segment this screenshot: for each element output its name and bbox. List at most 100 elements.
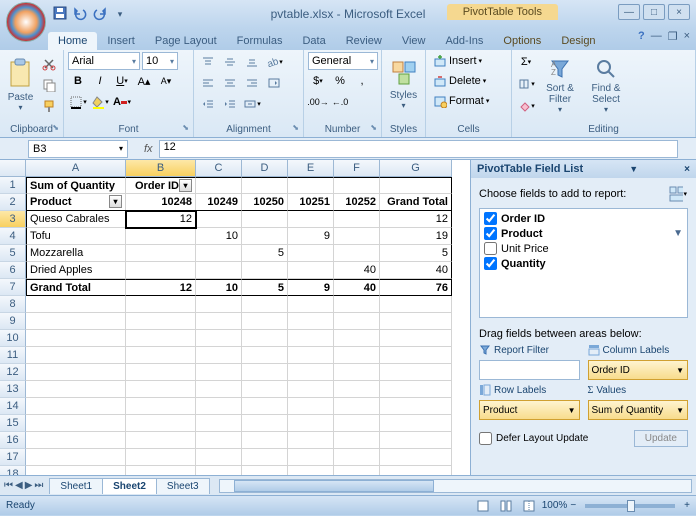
cell[interactable] [288,364,334,381]
sheet-nav-next-icon[interactable]: ▶ [25,480,33,491]
doc-minimize-button[interactable]: — [651,30,662,43]
cell[interactable] [26,330,126,347]
values-drop[interactable]: Sum of Quantity▼ [588,400,689,420]
column-labels-drop[interactable]: Order ID▼ [588,360,689,380]
tab-view[interactable]: View [392,32,436,50]
sheet-nav-first-icon[interactable]: ⏮ [4,480,13,491]
cell[interactable] [242,364,288,381]
column-header[interactable]: G [380,160,452,177]
cell[interactable] [242,262,288,279]
cell[interactable]: 5 [380,245,452,262]
cell[interactable] [242,449,288,466]
cell[interactable]: 12 [126,279,196,296]
cell[interactable] [334,347,380,364]
align-right-icon[interactable] [242,73,262,93]
cell[interactable] [288,313,334,330]
cell[interactable] [126,245,196,262]
cell[interactable] [196,381,242,398]
cell[interactable] [380,398,452,415]
tab-page-layout[interactable]: Page Layout [145,32,227,50]
cell[interactable] [334,313,380,330]
normal-view-icon[interactable] [473,496,493,516]
cell[interactable] [196,177,242,194]
cell[interactable] [334,364,380,381]
align-center-icon[interactable] [220,73,240,93]
bold-icon[interactable]: B [68,71,88,91]
cell[interactable]: Grand Total [380,194,452,211]
cell[interactable]: 10 [196,228,242,245]
cell[interactable] [26,398,126,415]
zoom-level[interactable]: 100% [542,500,568,511]
cell[interactable]: 10249 [196,194,242,211]
row-labels-drop[interactable]: Product▼ [479,400,580,420]
cell[interactable] [380,449,452,466]
cell[interactable]: Tofu [26,228,126,245]
row-header[interactable]: 5 [0,245,26,262]
office-button[interactable] [6,2,46,42]
doc-close-button[interactable]: × [684,30,690,43]
cell[interactable]: Product▾ [26,194,126,211]
cell[interactable] [196,262,242,279]
cell[interactable] [126,313,196,330]
row-header[interactable]: 7 [0,279,26,296]
row-header[interactable]: 14 [0,398,26,415]
cell[interactable] [196,245,242,262]
cell[interactable] [126,364,196,381]
cell[interactable] [126,398,196,415]
increase-decimal-icon[interactable]: .00→ [308,92,328,112]
row-header[interactable]: 18 [0,466,26,475]
cell[interactable] [334,296,380,313]
decrease-decimal-icon[interactable]: ←.0 [330,92,350,112]
increase-indent-icon[interactable] [220,94,240,114]
cell[interactable] [380,432,452,449]
font-name-combo[interactable]: Arial▾ [68,52,140,70]
sort-filter-button[interactable]: AZ Sort & Filter▾ [538,52,582,118]
format-painter-icon[interactable] [39,96,59,116]
align-middle-icon[interactable] [220,52,240,72]
filter-icon[interactable]: ▼ [673,228,683,239]
cell[interactable] [334,398,380,415]
qat-customize-icon[interactable]: ▾ [112,6,128,22]
cell[interactable] [126,296,196,313]
cell[interactable] [242,398,288,415]
cell[interactable] [288,330,334,347]
cell[interactable]: 12 [380,211,452,228]
format-cells-button[interactable]: Format ▾ [430,92,492,110]
field-list-item[interactable]: Unit Price [484,242,683,255]
cell[interactable] [288,398,334,415]
cell[interactable]: Mozzarella [26,245,126,262]
tab-addins[interactable]: Add-Ins [435,32,493,50]
row-header[interactable]: 17 [0,449,26,466]
cell[interactable] [126,330,196,347]
cell[interactable] [288,415,334,432]
cell[interactable] [196,415,242,432]
horizontal-scrollbar[interactable] [219,479,692,493]
currency-icon[interactable]: $▾ [308,71,328,91]
redo-icon[interactable] [92,6,108,22]
field-checkbox[interactable] [484,242,497,255]
cell[interactable] [334,415,380,432]
tab-review[interactable]: Review [336,32,392,50]
page-break-view-icon[interactable] [519,496,539,516]
cell[interactable] [26,381,126,398]
underline-icon[interactable]: U▾ [112,71,132,91]
cell[interactable]: 9 [288,279,334,296]
cell[interactable] [334,449,380,466]
column-header[interactable]: B [126,160,196,177]
cell[interactable] [126,347,196,364]
insert-cells-button[interactable]: Insert ▾ [430,52,485,70]
find-select-button[interactable]: Find & Select▾ [584,52,628,118]
minimize-button[interactable]: — [618,4,640,20]
cell[interactable] [288,466,334,475]
cell[interactable]: 40 [380,262,452,279]
cell[interactable] [288,432,334,449]
fx-icon[interactable]: fx [144,143,153,155]
autosum-icon[interactable]: Σ▾ [516,52,536,72]
cell[interactable] [196,432,242,449]
cell[interactable] [242,211,288,228]
font-size-combo[interactable]: 10▾ [142,52,178,70]
cell[interactable]: 10 [196,279,242,296]
cell[interactable] [380,177,452,194]
orientation-icon[interactable]: ab▾ [264,52,284,72]
sheet-nav-last-icon[interactable]: ⏭ [34,480,43,491]
